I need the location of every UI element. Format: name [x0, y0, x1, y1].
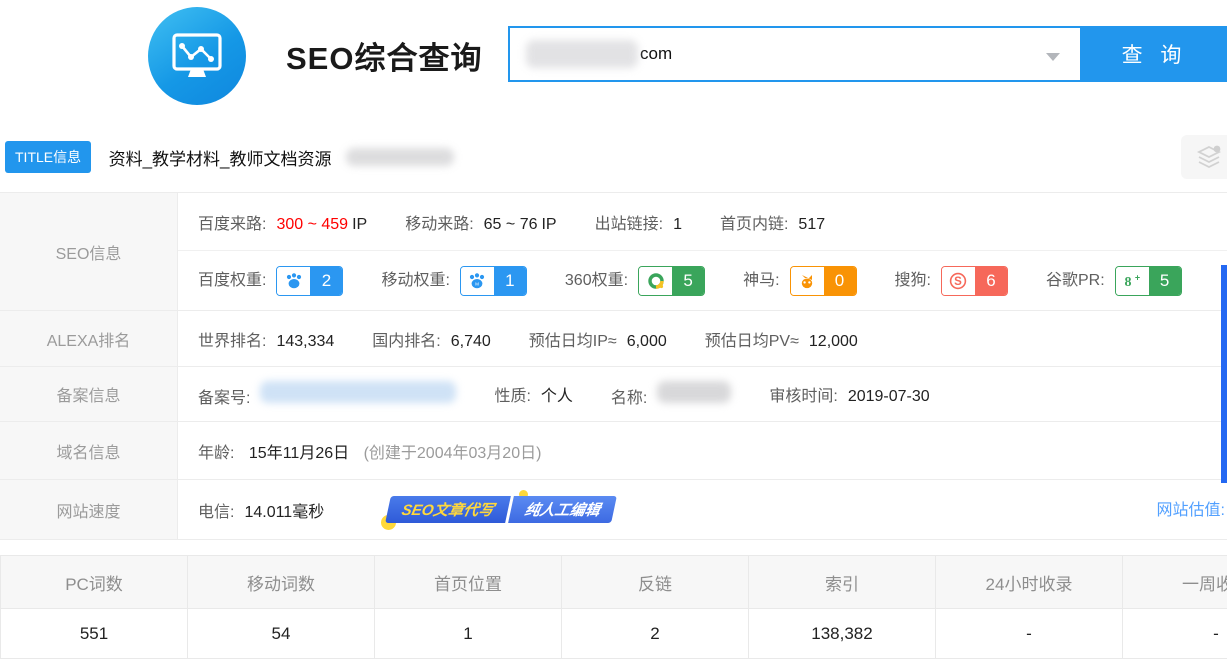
ad-text-left: SEO文章代写 — [385, 496, 510, 523]
app-logo — [148, 7, 246, 105]
row-icp: 备案信息 备案号: 性质:个人 名称: 审核时间:2019-07-30 — [0, 367, 1227, 422]
domain-suffix: com — [640, 44, 672, 64]
svg-text:+: + — [1135, 272, 1140, 282]
baidu-paw-icon — [284, 271, 304, 291]
icp-nature: 性质:个人 — [494, 382, 572, 406]
search-input[interactable]: com — [508, 26, 1082, 82]
homepage-inlinks: 首页内链:517 — [720, 210, 825, 234]
baidu-weight: 百度权重:2 — [198, 266, 343, 296]
icp-number: 备案号: — [198, 381, 456, 408]
icp-audit-date: 审核时间:2019-07-30 — [769, 382, 929, 406]
row-label: SEO信息 — [0, 193, 178, 310]
history-button[interactable]: 历 — [1181, 135, 1227, 179]
row-domain: 域名信息 年龄: 15年11月26日 (创建于2004年03月20日) — [0, 422, 1227, 480]
shenma-icon — [797, 271, 817, 291]
baidu-mobile-paw-icon: M — [467, 271, 487, 291]
value-index: 138,382 — [749, 609, 936, 658]
domestic-rank: 国内排名:6,740 — [372, 327, 491, 351]
google-plus-icon: 8+ — [1121, 271, 1143, 291]
header-index[interactable]: 索引 — [749, 556, 936, 608]
page-title: SEO综合查询 — [286, 33, 482, 78]
sogou-icon: S — [948, 271, 968, 291]
side-float-strip[interactable] — [1221, 265, 1227, 483]
header-home-position[interactable]: 首页位置 — [375, 556, 562, 608]
title-bar: TITLE信息 资料_教学材料_教师文档资源 历 — [5, 141, 1227, 183]
sogou-weight: 搜狗:S6 — [895, 266, 1008, 296]
seo-traffic-line: 百度来路:300 ~ 459IP 移动来路:65 ~ 76IP 出站链接:1 首… — [178, 193, 1227, 251]
value-pc-words: 551 — [1, 609, 188, 658]
svg-text:S: S — [955, 276, 963, 288]
row-seo-info: SEO信息 百度来路:300 ~ 459IP 移动来路:65 ~ 76IP 出站… — [0, 193, 1227, 311]
keyword-table-header: PC词数 移动词数 首页位置 反链 索引 24小时收录 一周收录 — [1, 556, 1227, 609]
ad-text-right: 纯人工编辑 — [508, 496, 617, 523]
header-24h-collect[interactable]: 24小时收录 — [936, 556, 1123, 608]
site-valuation-link[interactable]: 网站估值: — [1157, 496, 1225, 520]
google-pr-badge[interactable]: 8+5 — [1115, 266, 1182, 296]
baidu-traffic: 百度来路:300 ~ 459IP — [198, 210, 367, 234]
row-label: 网站速度 — [0, 480, 178, 539]
shenma-weight-badge[interactable]: 0 — [790, 266, 857, 296]
row-label: 备案信息 — [0, 367, 178, 421]
domain-age: 年龄: 15年11月26日 (创建于2004年03月20日) — [198, 439, 541, 463]
site-title-text: 资料_教学材料_教师文档资源 — [109, 150, 332, 169]
icp-name: 名称: — [611, 381, 731, 408]
title-info-badge: TITLE信息 — [5, 141, 91, 173]
query-button[interactable]: 查 询 — [1082, 26, 1227, 82]
value-backlinks: 2 — [562, 609, 749, 658]
row-label: 域名信息 — [0, 422, 178, 479]
chevron-down-icon[interactable] — [1046, 53, 1060, 61]
masked-icp-name — [657, 381, 731, 403]
world-rank: 世界排名:143,334 — [198, 327, 334, 351]
header-backlinks[interactable]: 反链 — [562, 556, 749, 608]
svg-text:8: 8 — [1125, 275, 1132, 290]
row-speed: 网站速度 电信:14.011毫秒 SEO文章代写 纯人工编辑 — [0, 480, 1227, 540]
daily-ip-estimate: 预估日均IP≈6,000 — [529, 327, 667, 351]
value-mobile-words: 54 — [188, 609, 375, 658]
keyword-table-values: 551 54 1 2 138,382 - - — [1, 609, 1227, 658]
ad-banner[interactable]: SEO文章代写 纯人工编辑 — [388, 496, 614, 523]
masked-domain-value — [526, 40, 638, 68]
svg-text:M: M — [475, 281, 479, 286]
mobile-weight-badge[interactable]: M1 — [460, 266, 527, 296]
row-alexa: ALEXA排名 世界排名:143,334 国内排名:6,740 预估日均IP≈6… — [0, 311, 1227, 367]
value-week-collect: - — [1123, 609, 1227, 658]
daily-pv-estimate: 预估日均PV≈12,000 — [705, 327, 858, 351]
baidu-weight-badge[interactable]: 2 — [276, 266, 343, 296]
value-24h-collect: - — [936, 609, 1123, 658]
google-pr: 谷歌PR:8+5 — [1046, 266, 1182, 296]
360-weight-badge[interactable]: 5 — [638, 266, 705, 296]
sogou-weight-badge[interactable]: S6 — [941, 266, 1008, 296]
value-home-position: 1 — [375, 609, 562, 658]
monitor-chart-icon — [168, 30, 226, 82]
row-label: ALEXA排名 — [0, 311, 178, 366]
layers-icon — [1196, 144, 1222, 170]
keyword-stats-table: PC词数 移动词数 首页位置 反链 索引 24小时收录 一周收录 551 54 … — [0, 555, 1227, 660]
header-pc-words[interactable]: PC词数 — [1, 556, 188, 608]
header-mobile-words[interactable]: 移动词数 — [188, 556, 375, 608]
seo-info-table: SEO信息 百度来路:300 ~ 459IP 移动来路:65 ~ 76IP 出站… — [0, 192, 1227, 540]
masked-title-suffix — [346, 148, 454, 166]
telecom-speed: 电信:14.011毫秒 — [198, 498, 324, 522]
mobile-traffic: 移动来路:65 ~ 76IP — [405, 210, 556, 234]
shenma-weight: 神马:0 — [743, 266, 856, 296]
mobile-weight: 移动权重:M1 — [381, 266, 526, 296]
masked-icp-number — [260, 381, 456, 403]
360-weight: 360权重:5 — [565, 266, 705, 296]
outbound-links: 出站链接:1 — [595, 210, 682, 234]
360-ring-icon — [646, 271, 666, 291]
header-week-collect[interactable]: 一周收录 — [1123, 556, 1227, 608]
seo-weights-line: 百度权重:2 移动权重:M1 360权重:5 神马:0 搜狗:S6 谷歌PR:8… — [178, 251, 1227, 310]
header: SEO综合查询 com 查 询 — [0, 0, 1227, 112]
